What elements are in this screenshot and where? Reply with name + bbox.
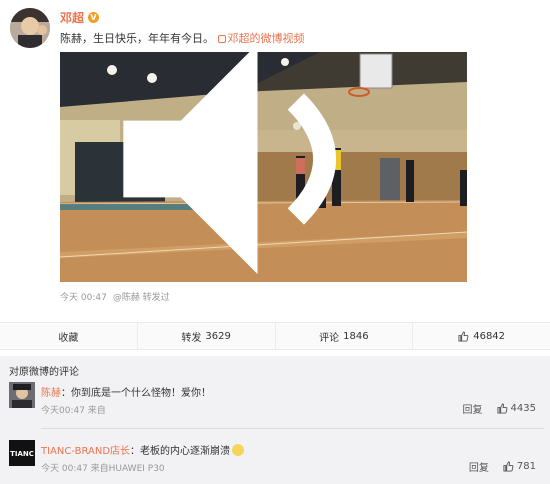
video-link-label: 邓超的微博视频 <box>227 32 305 45</box>
video-player[interactable] <box>60 52 467 282</box>
post-text: 陈赫，生日快乐，年年有今日。 邓超的微博视频 <box>60 30 305 46</box>
commenter-avatar[interactable] <box>9 382 35 408</box>
comment-divider <box>41 428 544 429</box>
post-time[interactable]: 今天 00:47 <box>60 290 107 303</box>
comment-actions: 回复 4435 <box>463 401 536 416</box>
author-name[interactable]: 邓超 <box>60 9 84 26</box>
brand-avatar-text: TIANC <box>10 450 34 458</box>
comment-like-button[interactable]: 781 <box>503 461 536 472</box>
thumbs-up-icon <box>458 330 469 342</box>
comment-like-button[interactable]: 4435 <box>497 403 536 414</box>
author-avatar[interactable] <box>10 8 50 48</box>
comment-item: 陈赫：你到底是一个什么怪物！爱你！ 今天00:47 来自 回复 4435 <box>9 382 544 422</box>
post-body: 陈赫，生日快乐，年年有今日。 <box>60 32 214 45</box>
commenter-name[interactable]: TIANC-BRAND店长 <box>41 446 130 457</box>
comments-panel: 对原微博的评论 陈赫：你到底是一个什么怪物！爱你！ 今天00:47 来自 回复 … <box>0 356 550 484</box>
comment-actions: 回复 781 <box>469 459 536 474</box>
video-link[interactable]: 邓超的微博视频 <box>217 32 305 45</box>
favorite-button[interactable]: 收藏 <box>0 323 138 349</box>
post-via[interactable]: @陈赫 转发过 <box>113 290 170 303</box>
like-button[interactable]: 46842 <box>413 323 550 349</box>
volume-icon[interactable] <box>60 52 461 274</box>
reply-button[interactable]: 回复 <box>469 459 489 474</box>
like-count: 46842 <box>473 330 506 342</box>
comment-meta: 今天00:47 来自 <box>41 406 106 416</box>
comment-label: 评论 <box>319 332 340 344</box>
comment-like-count: 4435 <box>510 403 536 414</box>
thumbs-up-icon <box>503 461 514 472</box>
action-bar: 收藏 转发 3629 评论 1846 46842 <box>0 322 550 350</box>
comment-like-count: 781 <box>516 461 536 472</box>
verified-badge-icon: V <box>88 12 100 23</box>
comments-title: 对原微博的评论 <box>9 367 79 378</box>
repost-label: 转发 <box>181 332 202 344</box>
comment-text-line: 陈赫：你到底是一个什么怪物！爱你！ <box>41 384 211 399</box>
author-row: 邓超 V <box>60 9 100 26</box>
comment-text: ：老板的内心逐渐崩溃 <box>130 446 231 457</box>
comment-meta: 今天 00:47 来自HUAWEI P30 <box>41 464 165 474</box>
emoji-icon <box>232 444 245 456</box>
post-meta: 今天 00:47 @陈赫 转发过 <box>60 290 170 303</box>
weibo-post: 邓超 V 陈赫，生日快乐，年年有今日。 邓超的微博视频 今天 00:47 @陈赫… <box>0 0 550 320</box>
reply-button[interactable]: 回复 <box>463 401 483 416</box>
comment-item: TIANC TIANC-BRAND店长：老板的内心逐渐崩溃 今天 00:47 来… <box>9 440 544 480</box>
video-link-icon <box>217 35 226 43</box>
commenter-name[interactable]: 陈赫 <box>41 388 61 399</box>
repost-count: 3629 <box>205 330 231 342</box>
thumbs-up-icon <box>497 403 507 414</box>
comment-text-line: TIANC-BRAND店长：老板的内心逐渐崩溃 <box>41 442 245 457</box>
comment-text: ：你到底是一个什么怪物！爱你！ <box>61 388 211 399</box>
commenter-avatar[interactable]: TIANC <box>9 440 35 466</box>
comment-button[interactable]: 评论 1846 <box>276 323 414 349</box>
repost-button[interactable]: 转发 3629 <box>138 323 276 349</box>
comment-count: 1846 <box>343 330 369 342</box>
favorite-label: 收藏 <box>58 332 79 344</box>
